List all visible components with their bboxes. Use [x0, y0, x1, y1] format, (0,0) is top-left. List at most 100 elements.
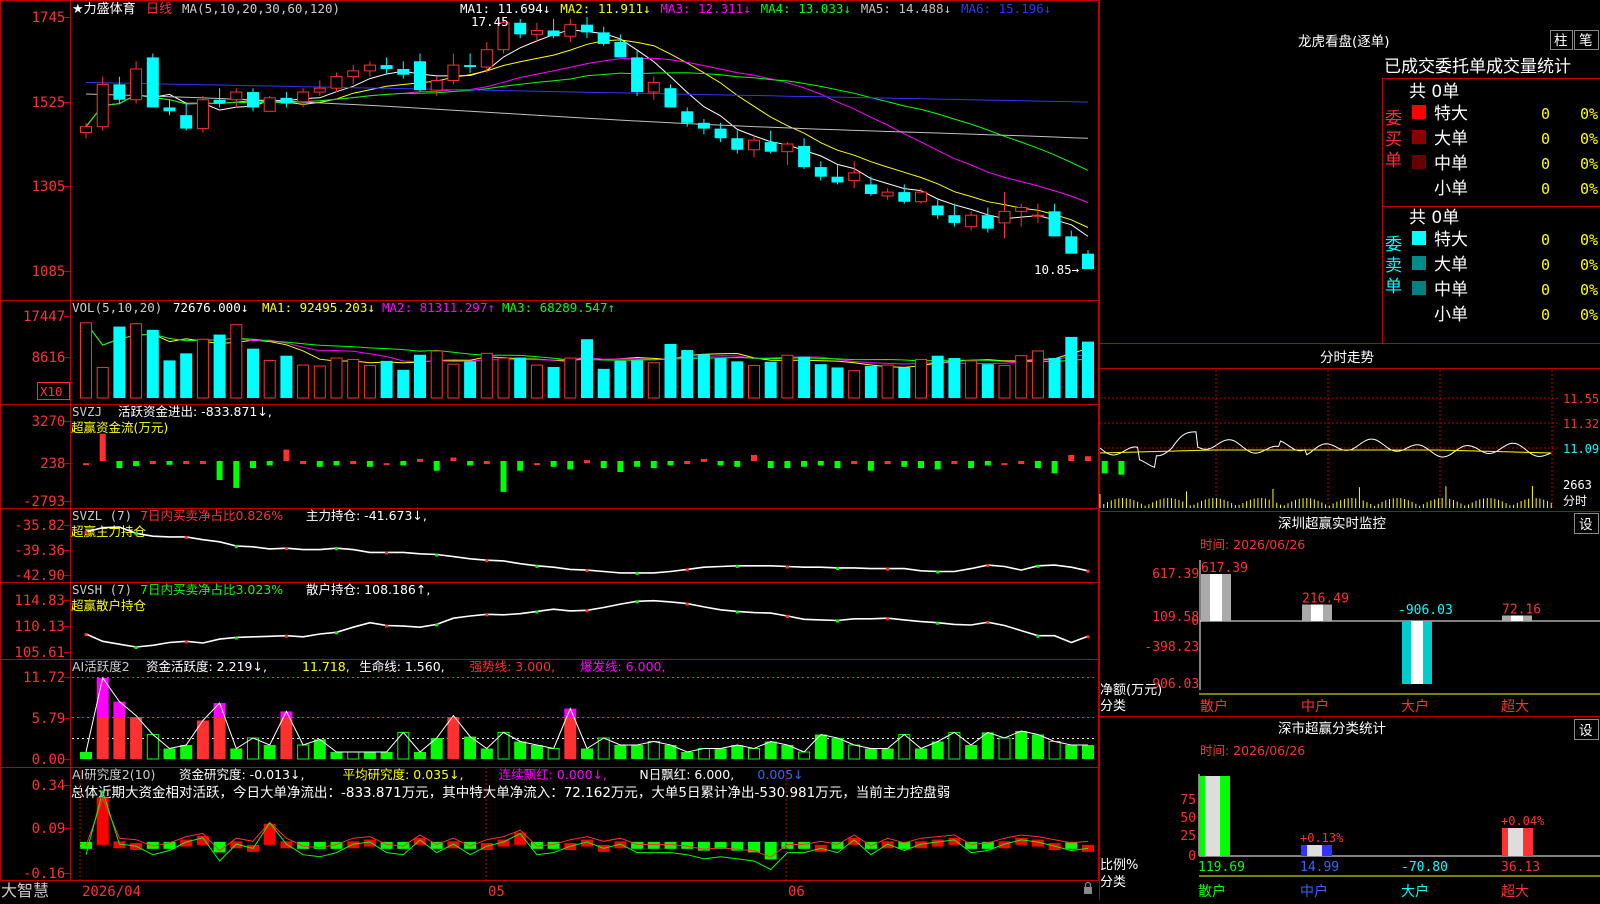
order-pct: 0% [1580, 281, 1598, 299]
classify-category: 大户 [1401, 883, 1429, 900]
volume-bar [247, 348, 259, 398]
ma-item-4: MA4: 13.033↓ [761, 1, 851, 16]
flow-bar [500, 461, 507, 492]
volume-bar [881, 364, 894, 399]
vol-unit: X10 [40, 384, 63, 399]
ai2-item-3: 连续飘红: 0.000↓, [499, 767, 607, 782]
ai1-item-2: 11.718, [302, 659, 350, 674]
candle-body [547, 30, 560, 37]
volume-bar [480, 352, 493, 399]
svsh-item1: 7日内买卖净占比3.023% [140, 582, 283, 597]
y-tick-label: 17447 [23, 309, 65, 325]
volume-bar [898, 367, 911, 398]
ai2-summary: 总体近期大资金相对活跃，今日大单净流出：-833.871万元，其中特大单净流入：… [71, 784, 950, 801]
stock-terminal: 1745 1525 1305 1085 17447 8616 3270 238 -2793 -35… [0, 0, 1600, 900]
research-bar [798, 841, 811, 849]
x-tick-label: 06 [788, 884, 805, 900]
classify-settings-button[interactable]: 设 [1574, 719, 1599, 740]
ma-item-2: MA2: 11.911↓ [560, 1, 650, 16]
research-bar [464, 841, 477, 849]
svg-text:笔[interactable]: 笔 [1579, 33, 1593, 49]
flow-bar [667, 461, 674, 466]
tick-mode-button[interactable]: 笔 [1574, 30, 1599, 50]
position-dot [685, 568, 689, 572]
period-label[interactable]: 日线 [146, 2, 172, 17]
ma-item-6: MA6: 15.196↓ [961, 1, 1051, 16]
y-tick-label: 1085 [32, 264, 66, 280]
ma-item-5: MA5: 14.488↓ [861, 1, 951, 16]
svzl-item2: 主力持仓: -41.673↓, [306, 508, 427, 523]
position-dot [485, 559, 489, 563]
monitor-settings-button[interactable]: 设 [1574, 513, 1599, 534]
ma-header: MA(5,10,20,30,60,120) [182, 1, 340, 16]
y-tick-label: 11.72 [23, 670, 65, 686]
volume-bar [514, 357, 527, 398]
y-tick-label: 110.13 [14, 619, 65, 635]
flow-bar [149, 461, 156, 465]
lock-icon[interactable] [1084, 881, 1092, 895]
flow-bar [767, 461, 774, 469]
activity-bar [213, 717, 226, 759]
svg-text:设[interactable]: 设 [1579, 517, 1593, 533]
volume-bar [581, 339, 593, 398]
y-tick-label: 0.09 [32, 821, 66, 837]
ai1-item-5: 爆发线: 6.000, [580, 659, 665, 674]
flow-bar [1051, 461, 1058, 474]
monitor-bar-highlight [1411, 621, 1423, 684]
volume-bar [96, 366, 109, 399]
activity-bar [965, 745, 978, 759]
activity-bar [380, 752, 393, 759]
flow-bar [433, 461, 440, 471]
svg-text:柱[interactable]: 柱 [1554, 33, 1568, 49]
activity-bar [681, 752, 694, 759]
flow-bar [700, 458, 707, 462]
high-price-label: 17.45 [471, 14, 509, 29]
flow-bar [1001, 463, 1008, 466]
volume-bars [80, 322, 1094, 399]
candle-body [297, 91, 310, 103]
classify-value: -70.80 [1401, 860, 1448, 875]
order-name: 小单 [1434, 305, 1468, 325]
volume-bar [196, 338, 209, 399]
vol-header: VOL(5,10,20) [72, 300, 162, 315]
volume-bar [1015, 355, 1028, 399]
volume-bar [1065, 336, 1078, 398]
activity-bar [1065, 745, 1078, 759]
classify-category: 中户 [1300, 883, 1328, 900]
flow-bar [734, 461, 741, 467]
y-tick-label: 1745 [32, 10, 66, 26]
flow-bar [83, 463, 89, 466]
activity-bar [948, 731, 961, 760]
flow-bar [300, 461, 307, 465]
svg-text:设[interactable]: 设 [1579, 723, 1593, 739]
ai1-legend: 资金活跃度: 2.219↓, 11.718, 生命线: 1.560, 强势线: 3.0… [146, 659, 665, 674]
position-dot [986, 564, 990, 568]
svzj-sub: 超赢资金流(万元) [71, 420, 168, 435]
ai2-legend: 资金研究度: -0.013↓, 平均研究度: 0.035↓, 连续飘红: 0.000… [179, 767, 804, 782]
bar-mode-button[interactable]: 柱 [1550, 30, 1573, 50]
activity-bar [798, 751, 811, 760]
volume-bar [948, 358, 961, 398]
order-name: 中单 [1434, 280, 1468, 300]
candle-body [564, 24, 577, 37]
monitor-category: 散户 [1200, 698, 1228, 715]
classify-ytick: 25 [1180, 829, 1196, 844]
monitor-bar-highlight [1210, 574, 1222, 621]
monitor-category: 大户 [1401, 698, 1429, 715]
flow-bar [751, 454, 757, 462]
position-dot [134, 645, 138, 649]
fenshi-ytick-2: 11.32 [1563, 417, 1599, 431]
candle-body [247, 92, 259, 108]
svzl-item1: 7日内买卖净占比0.826% [140, 508, 283, 523]
research-bar [347, 841, 360, 849]
buy-orders-block: 委买单 共 0单 特大 0 0% 大单 0 0% 中单 0 0% 小单 0 0% [1385, 82, 1598, 199]
position-dot [1086, 635, 1090, 639]
position-dot [936, 621, 940, 625]
position-dot [785, 565, 789, 569]
candle-body [781, 143, 794, 153]
order-pct: 0% [1580, 130, 1598, 148]
research-bar [915, 841, 927, 849]
research-bar [931, 839, 944, 847]
candle-body [898, 192, 911, 202]
position-dot [1036, 564, 1040, 568]
